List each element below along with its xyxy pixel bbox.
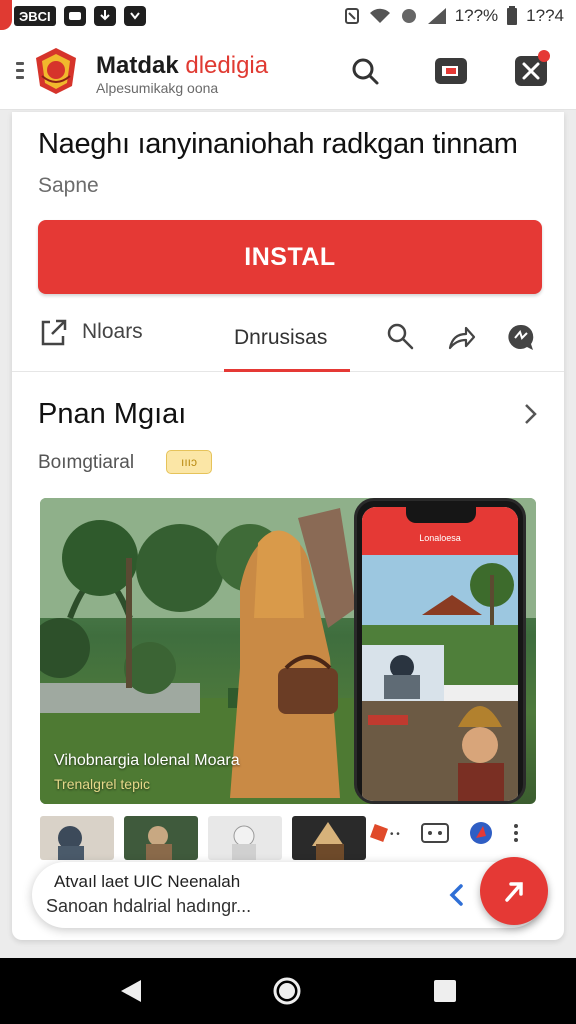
recents-square-icon [434,980,456,1002]
compass-icon[interactable] [468,820,494,846]
status-left: ЭBCI [14,6,146,26]
snackbar-message: Sanoan hdalrial hadıngr... [46,896,252,916]
svg-text:• •: • • [390,829,400,840]
battery-percent: 1??% [454,6,499,25]
back-button[interactable] [116,976,146,1006]
wifi-icon [369,8,390,23]
app-logo [32,46,80,96]
notification-dot [538,50,550,62]
app-title-accent: dledigia [185,52,269,79]
search-icon [352,58,379,85]
home-circle-icon [273,977,301,1005]
rating-badge: ıııɔ [166,450,212,474]
fab-button[interactable] [480,857,548,925]
app-title-main: Matdak [96,52,179,79]
phone-mockup: Lonaloesa [354,498,526,804]
comment-icon [508,324,534,350]
app-title: Matdak dledigia [96,52,268,80]
recents-button[interactable] [430,976,460,1006]
phone-title: Lonaloesa [419,533,461,543]
nfc-icon [344,8,359,24]
thumbnail-strip: • • [40,816,540,866]
magnifier-icon [387,323,414,350]
page-title: Naeghı ıanyinaniohah radkgan tinnam [38,128,518,160]
shield-icon [123,6,146,26]
phone-notch [406,507,476,523]
status-bar: ЭBCI 1??% 1??4 [0,0,576,32]
snackbar: Atvaıl laet UIC Neenalah Sanoan hdalrial… [32,862,544,928]
video-icon [435,58,467,84]
screenshot-preview[interactable]: Vihobnargia lolenal Moara Trenalgrel tep… [40,498,536,804]
chevron-right-icon[interactable] [518,402,542,426]
share-arrow-icon [448,326,476,350]
media-subcaption: Trenalgrel tepic [54,776,150,792]
app-detail-card: Naeghı ıanyinaniohah radkgan tinnam Sapn… [12,112,564,940]
comment-action[interactable] [504,320,538,354]
share-box-icon [41,319,67,346]
install-button[interactable]: INSTAL [38,220,542,294]
search-button[interactable] [348,54,382,88]
status-accent [0,0,12,30]
tools-button[interactable] [514,50,550,88]
app-subtitle: Alpesumikakg oona [96,80,219,96]
status-right: 1??% 1??4 [343,6,564,26]
media-button[interactable] [434,54,468,88]
download-icon [93,6,116,26]
edit-arrow-icon [505,882,523,902]
more-vert-icon[interactable] [512,822,520,844]
tab-news-label: Nloars [82,320,143,343]
action-row: Nloars Dnrusisas [12,308,564,372]
battery-icon [507,6,518,25]
app-bar: Matdak dledigia Alpesumikakg oona [0,32,576,110]
system-nav-bar [0,958,576,1024]
tab-indicator [224,369,350,372]
thumbnail-3[interactable] [208,816,282,860]
media-caption: Vihobnargia lolenal Moara [54,752,240,769]
developer-label[interactable]: Sapne [38,174,99,198]
phone-content [362,555,518,801]
tab-news[interactable]: Nloars [38,316,143,348]
back-triangle-icon [121,980,141,1002]
thumbnail-actions: • • [370,820,520,846]
thumbnail-4[interactable] [292,816,366,860]
share-action[interactable] [444,320,478,354]
search-action[interactable] [384,320,418,354]
phone-screen: Lonaloesa [362,507,518,801]
thumbnail-1[interactable] [40,816,114,860]
signal-icon [427,8,446,24]
chevron-left-icon[interactable] [444,882,470,908]
section-subtitle: Boımgtiaral [38,452,135,473]
home-button[interactable] [272,976,302,1006]
thumbnail-2[interactable] [124,816,198,860]
menu-icon[interactable] [16,62,26,84]
clock: 1??4 [526,6,564,25]
media-icon [63,6,86,26]
tab-discussion[interactable]: Dnrusisas [234,326,327,350]
frame-icon[interactable] [420,821,450,845]
cube-icon[interactable]: • • [370,822,402,844]
snackbar-title: Atvaıl laet UIC Neenalah [54,872,241,891]
hotspot-icon [401,9,416,23]
status-chip: ЭBCI [14,6,56,26]
section-title[interactable]: Pnan Mgıaı [38,398,186,431]
